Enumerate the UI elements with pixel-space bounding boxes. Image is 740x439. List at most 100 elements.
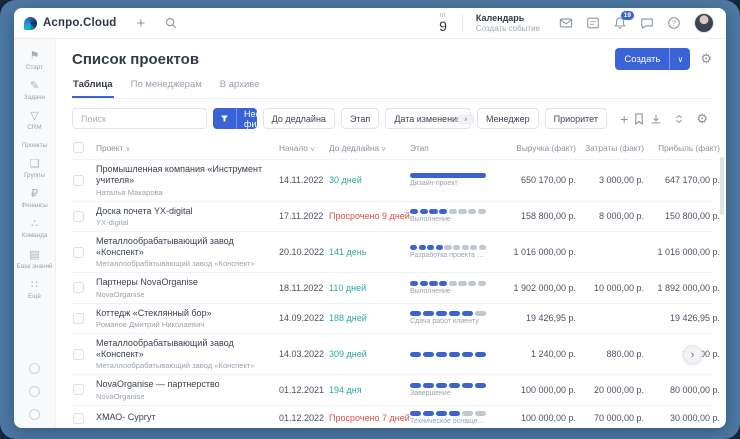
global-search-icon[interactable] bbox=[165, 17, 177, 29]
mail-icon[interactable] bbox=[559, 16, 573, 30]
topbar-divider bbox=[462, 14, 463, 32]
row-checkbox[interactable] bbox=[73, 247, 84, 258]
create-event-link[interactable]: Создать событие bbox=[476, 24, 540, 34]
row-checkbox[interactable] bbox=[73, 282, 84, 293]
start-date: 20.10.2022 bbox=[279, 247, 329, 257]
user-avatar[interactable] bbox=[694, 13, 714, 33]
stage-segment bbox=[439, 209, 447, 214]
project-name[interactable]: NovaOrganise — партнерство bbox=[96, 379, 279, 390]
row-checkbox[interactable] bbox=[73, 384, 84, 395]
project-cell: Доска почета YX-digitalYX-digital bbox=[96, 206, 279, 227]
sidebar-footer-icon-3[interactable] bbox=[29, 409, 40, 420]
sidebar-item-crm[interactable]: ▽CRM bbox=[16, 106, 52, 136]
sidebar-item-knowledge-base[interactable]: ▤База знаний bbox=[16, 245, 52, 275]
project-name[interactable]: Металлообрабатывающий завод «Конспект» bbox=[96, 338, 279, 361]
filter-funnel-icon bbox=[213, 108, 237, 129]
notifications-badge: 19 bbox=[621, 11, 634, 20]
project-name[interactable]: Промышленная компания «Инструмент учител… bbox=[96, 164, 279, 187]
create-dropdown-caret-icon[interactable]: ∨ bbox=[670, 55, 690, 64]
row-checkbox[interactable] bbox=[73, 211, 84, 222]
project-subtitle: YX-digital bbox=[96, 218, 279, 227]
row-checkbox[interactable] bbox=[73, 175, 84, 186]
stage-progress-bar bbox=[410, 311, 486, 316]
project-name[interactable]: Металлообрабатывающий завод «Конспект» bbox=[96, 236, 279, 259]
column-header[interactable]: До дедлайна∨ bbox=[329, 143, 410, 153]
project-name[interactable]: ХМАО- Сургут bbox=[96, 412, 279, 423]
filter-button[interactable]: Менеджер bbox=[477, 108, 539, 129]
panel-collapse-handle[interactable]: ∧ bbox=[458, 115, 474, 124]
start-date: 01.12.2022 bbox=[279, 413, 329, 423]
sidebar-item-projects[interactable]: Проекты bbox=[16, 137, 52, 154]
table-settings-gear-icon[interactable]: ⚙ bbox=[696, 111, 708, 127]
sidebar-item-start[interactable]: ⚑Старт bbox=[16, 46, 52, 76]
table-row[interactable]: Промышленная компания «Инструмент учител… bbox=[72, 159, 712, 201]
table-row[interactable]: Коттедж «Стеклянный бор»Романов Дмитрий … bbox=[72, 303, 712, 333]
notes-icon[interactable] bbox=[586, 16, 600, 30]
filter-button[interactable]: Приоритет bbox=[545, 108, 607, 129]
calendar-date[interactable]: пт 9 bbox=[439, 13, 447, 33]
revenue-cell: 650 170,00 р. bbox=[498, 175, 576, 185]
vertical-scrollbar[interactable] bbox=[720, 157, 724, 215]
stage-segment bbox=[436, 245, 443, 250]
sidebar-footer-icon-1[interactable] bbox=[29, 363, 40, 374]
stage-segment bbox=[449, 281, 457, 286]
table-row[interactable]: Партнеры NovaOrganiseNovaOrganise18.11.2… bbox=[72, 272, 712, 302]
search-input[interactable] bbox=[72, 108, 207, 129]
table-row[interactable]: ХМАО- Сургут01.12.2022Просрочено 7 днейТ… bbox=[72, 405, 712, 429]
stage-progress-bar bbox=[410, 173, 486, 178]
stage-progress-bar bbox=[410, 245, 486, 250]
select-all-checkbox[interactable] bbox=[73, 142, 84, 153]
main-sidebar: ⚑Старт✎Задачи▽CRM Проекты ❏Группы₽Финансы∴… bbox=[14, 39, 56, 428]
export-download-icon[interactable] bbox=[650, 113, 662, 125]
create-button-label[interactable]: Создать bbox=[615, 54, 669, 65]
stage-label: Завершение bbox=[410, 390, 486, 397]
project-cell: Металлообрабатывающий завод «Конспект»Ме… bbox=[96, 338, 279, 371]
sidebar-footer-icon-2[interactable] bbox=[29, 386, 40, 397]
row-checkbox[interactable] bbox=[73, 413, 84, 424]
table-row[interactable]: Металлообрабатывающий завод «Конспект»Ме… bbox=[72, 231, 712, 273]
profit-cell: 19 426,95 р. bbox=[644, 313, 720, 323]
scroll-right-button[interactable]: › bbox=[683, 345, 702, 364]
tab-По менеджерам[interactable]: По менеджерам bbox=[130, 75, 203, 98]
sidebar-item-finance[interactable]: ₽Финансы bbox=[16, 184, 52, 214]
bookmark-icon[interactable] bbox=[634, 113, 644, 125]
project-cell: ХМАО- Сургут bbox=[96, 412, 279, 423]
chat-icon[interactable] bbox=[640, 16, 654, 30]
notifications-bell-icon[interactable]: 19 bbox=[613, 16, 627, 30]
sidebar-item-tasks[interactable]: ✎Задачи bbox=[16, 76, 52, 106]
filter-button[interactable]: До дедлайна bbox=[263, 108, 335, 129]
table-row[interactable]: Доска почета YX-digitalYX-digital17.11.2… bbox=[72, 201, 712, 231]
create-button[interactable]: Создать ∨ bbox=[615, 48, 690, 70]
stage-segment bbox=[449, 411, 460, 416]
table-row[interactable]: NovaOrganise — партнерствоNovaOrganise01… bbox=[72, 374, 712, 404]
project-name[interactable]: Коттедж «Стеклянный бор» bbox=[96, 308, 279, 319]
stage-progress-bar bbox=[410, 281, 486, 286]
column-header[interactable]: Проект∨ bbox=[96, 143, 279, 153]
stage-segment bbox=[453, 245, 460, 250]
tab-В архиве[interactable]: В архиве bbox=[219, 75, 261, 98]
sidebar-item-team[interactable]: ∴Команда bbox=[16, 214, 52, 244]
row-checkbox[interactable] bbox=[73, 313, 84, 324]
stage-segment bbox=[475, 411, 486, 416]
active-filter-chip[interactable]: Несохраненный фильтр × bbox=[213, 108, 257, 129]
sidebar-item-groups[interactable]: ❏Группы bbox=[16, 154, 52, 184]
table-row[interactable]: Металлообрабатывающий завод «Конспект»Ме… bbox=[72, 333, 712, 375]
help-icon[interactable]: ? bbox=[667, 16, 681, 30]
start-icon: ⚑ bbox=[16, 50, 52, 63]
page-settings-gear-icon[interactable]: ⚙ bbox=[700, 51, 712, 67]
sidebar-item-more[interactable]: ∷Ещё bbox=[16, 275, 52, 305]
project-name[interactable]: Доска почета YX-digital bbox=[96, 206, 279, 217]
sidebar-item-label: Проекты bbox=[16, 142, 52, 149]
stage-segment bbox=[420, 281, 428, 286]
collapse-rows-icon[interactable] bbox=[674, 113, 684, 125]
row-checkbox[interactable] bbox=[73, 349, 84, 360]
quick-add-button[interactable]: + bbox=[137, 16, 146, 31]
calendar-widget[interactable]: Календарь Создать событие bbox=[476, 13, 540, 33]
add-filter-button[interactable]: + bbox=[620, 111, 628, 127]
groups-icon: ❏ bbox=[16, 158, 52, 171]
column-header[interactable]: Начало∨ bbox=[279, 143, 329, 153]
filter-button[interactable]: Этап bbox=[341, 108, 379, 129]
project-name[interactable]: Партнеры NovaOrganise bbox=[96, 277, 279, 288]
tab-Таблица[interactable]: Таблица bbox=[72, 75, 114, 98]
profit-cell: 1 016 000,00 р. bbox=[644, 247, 720, 257]
